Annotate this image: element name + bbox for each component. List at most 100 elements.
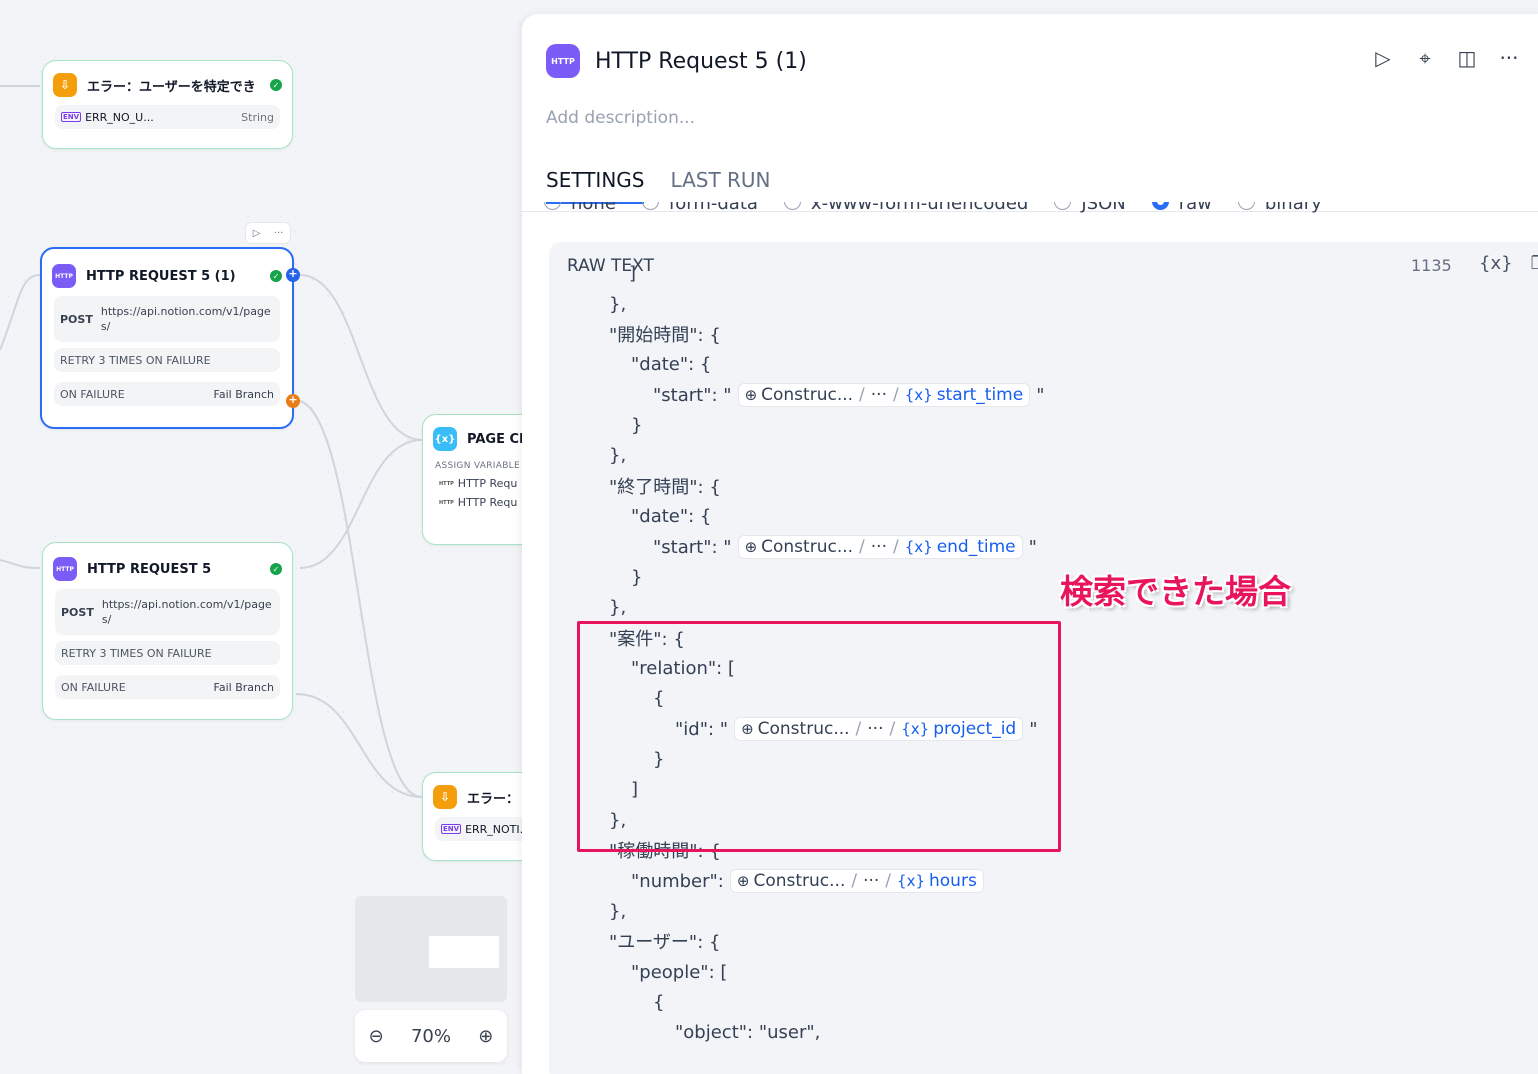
zoom-in-icon[interactable]: ⊕ xyxy=(478,1026,493,1047)
code-text: "start": " xyxy=(653,384,732,406)
node-page-create[interactable]: {x} PAGE CR ASSIGN VARIABLE HTTPHTTP Req… xyxy=(422,414,522,545)
annotation-highlight-box xyxy=(577,621,1061,852)
node-error-user[interactable]: ⇩ エラー：ユーザーを特定でき ✓ ENV ERR_NO_U... String xyxy=(42,60,293,149)
code-text: " xyxy=(1028,536,1037,558)
code-line: { xyxy=(653,991,665,1013)
code-line: }, xyxy=(609,900,627,922)
panel-title[interactable]: HTTP Request 5 (1) xyxy=(595,49,807,74)
code-line: "date": { xyxy=(631,353,712,375)
more-icon[interactable]: ··· xyxy=(274,228,284,239)
tab-settings[interactable]: SETTINGS xyxy=(546,168,645,204)
radio-icon xyxy=(641,202,659,210)
code-line: }, xyxy=(609,444,627,466)
body-type-radio-group: none form-data x-www-form-urlencoded JSO… xyxy=(544,202,1322,220)
http-icon: HTTP xyxy=(546,44,580,78)
chip-more: ··· xyxy=(870,385,887,405)
variable-icon: {x} xyxy=(904,386,933,404)
node-title: HTTP REQUEST 5 xyxy=(87,561,212,577)
locate-node-icon[interactable]: ⌖ xyxy=(1414,46,1436,70)
copy-icon[interactable]: ❐ xyxy=(1531,253,1538,274)
panel-header: HTTP HTTP Request 5 (1) xyxy=(546,44,807,78)
chip-var: end_time xyxy=(936,537,1016,557)
variable-icon: {x} xyxy=(897,872,925,890)
body-type-none[interactable]: none xyxy=(544,202,616,214)
node-http-request-5[interactable]: HTTP HTTP REQUEST 5 ✓ POST https://api.n… xyxy=(42,542,293,720)
body-type-json[interactable]: JSON xyxy=(1054,202,1126,214)
chip-more: ··· xyxy=(863,871,880,891)
code-line: }, xyxy=(609,293,627,315)
zoom-level[interactable]: 70% xyxy=(411,1026,451,1047)
assigned-var: HTTP Requ xyxy=(457,496,518,509)
zoom-controls: ⊖ 70% ⊕ xyxy=(355,1010,507,1062)
run-node-icon[interactable]: ▷ xyxy=(253,228,261,239)
env-icon: ENV xyxy=(441,824,462,834)
retry-label: RETRY 3 TIMES ON FAILURE xyxy=(60,353,211,367)
editor-tools: {x} ❐ xyxy=(1479,253,1538,274)
wire-http5-1-in xyxy=(0,274,41,351)
request-url: https://api.notion.com/v1/pages/ xyxy=(100,305,271,333)
code-text: " xyxy=(1036,384,1045,406)
minimap[interactable] xyxy=(355,896,507,1002)
http-method: POST xyxy=(61,605,94,619)
assigned-var-row: HTTP HTTP Requ xyxy=(439,477,522,490)
insert-variable-icon[interactable]: {x} xyxy=(1479,253,1513,274)
failure-row: ON FAILURE Fail Branch xyxy=(54,382,280,406)
body-type-urlencoded[interactable]: x-www-form-urlencoded xyxy=(783,202,1028,214)
fail-branch-label: Fail Branch xyxy=(213,387,274,401)
var-type: String xyxy=(241,110,274,124)
body-type-label: binary xyxy=(1264,202,1322,214)
env-icon: ENV xyxy=(61,112,82,122)
code-line: "ユーザー": { xyxy=(609,932,721,953)
end-node-icon: ⇩ xyxy=(433,785,457,809)
node-title: PAGE CR xyxy=(467,431,522,447)
body-type-label: JSON xyxy=(1081,202,1126,214)
chip-separator: / xyxy=(892,385,899,405)
char-count: 1135 xyxy=(1411,256,1452,275)
code-line: "終了時間": { xyxy=(609,477,721,498)
radio-selected-icon xyxy=(1151,202,1169,210)
request-row: POST https://api.notion.com/v1/pages/ xyxy=(54,296,280,342)
variable-assigner-icon: {x} xyxy=(433,427,457,451)
body-type-label: form-data xyxy=(668,202,758,214)
tab-last-run[interactable]: LAST RUN xyxy=(670,168,770,204)
node-title: エラー： xyxy=(467,791,520,807)
retry-label: RETRY 3 TIMES ON FAILURE xyxy=(61,646,212,660)
code-line: } xyxy=(631,566,643,588)
var-name: ERR_NO_U... xyxy=(85,110,154,124)
variable-chip-hours[interactable]: ⊕ Construc... / ··· / {x} hours xyxy=(729,869,984,893)
add-fail-node-handle[interactable]: + xyxy=(286,394,300,408)
http-icon: HTTP xyxy=(53,557,77,581)
workflow-canvas[interactable]: ⇩ エラー：ユーザーを特定でき ✓ ENV ERR_NO_U... String… xyxy=(0,0,522,1074)
run-step-icon[interactable]: ▷ xyxy=(1372,46,1394,70)
more-icon[interactable]: ··· xyxy=(1498,46,1520,70)
node-http-request-5-1[interactable]: HTTP HTTP REQUEST 5 (1) ✓ POST https://a… xyxy=(40,247,294,429)
http-icon: HTTP xyxy=(52,264,76,288)
code-line: "start": " ⊕ Construc... / ··· / {x} end… xyxy=(653,534,1037,560)
chip-separator: / xyxy=(859,537,865,557)
body-type-label: none xyxy=(571,202,616,214)
retry-row: RETRY 3 TIMES ON FAILURE xyxy=(55,641,280,665)
assign-variable-label: ASSIGN VARIABLE xyxy=(435,461,520,471)
code-line: "object": "user", xyxy=(675,1021,821,1043)
chip-separator: / xyxy=(859,385,865,405)
var-name: ERR_NOTI... xyxy=(465,822,522,836)
zoom-out-icon[interactable]: ⊖ xyxy=(369,1026,384,1047)
radio-icon xyxy=(1054,202,1072,210)
body-type-binary[interactable]: binary xyxy=(1237,202,1322,214)
radio-icon xyxy=(544,202,561,210)
code-line: }, xyxy=(609,596,627,618)
body-type-raw[interactable]: raw xyxy=(1151,202,1212,214)
globe-icon: ⊕ xyxy=(744,386,758,404)
description-input[interactable]: Add description... xyxy=(546,108,695,128)
chip-var: hours xyxy=(929,871,977,891)
variable-chip-end-time[interactable]: ⊕ Construc... / ··· / {x} end_time xyxy=(737,535,1023,559)
http-icon: HTTP xyxy=(439,499,454,506)
variable-chip-start-time[interactable]: ⊕ Construc... / ··· / {x} start_time xyxy=(737,383,1031,407)
node-error-notion[interactable]: ⇩ エラー： ENV ERR_NOTI... xyxy=(422,772,522,861)
code-line: "number": ⊕ Construc... / ··· / {x} hour… xyxy=(631,868,990,894)
split-view-icon[interactable]: ◫ xyxy=(1456,46,1478,70)
body-type-form-data[interactable]: form-data xyxy=(641,202,758,214)
code-line: "開始時間": { xyxy=(609,325,721,346)
add-next-node-handle[interactable]: + xyxy=(286,268,300,282)
success-check-icon: ✓ xyxy=(270,79,282,91)
